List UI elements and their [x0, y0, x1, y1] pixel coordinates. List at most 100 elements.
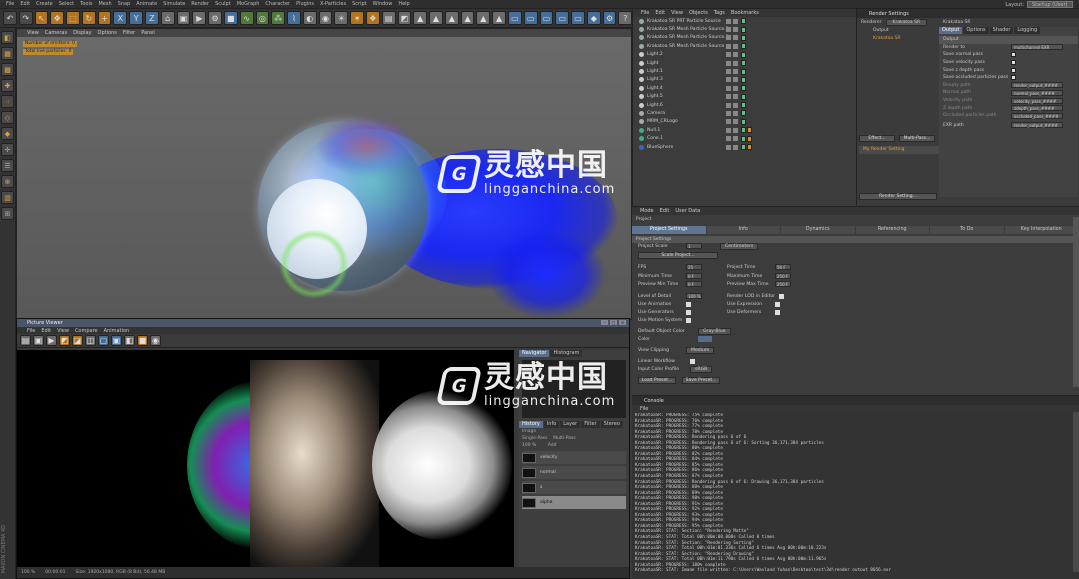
tab-key-interpolation[interactable]: Key Interpolation	[1004, 225, 1078, 234]
tab-filter[interactable]: Filter	[581, 421, 600, 428]
texture-mode-icon[interactable]: ▩	[1, 63, 14, 76]
object-row[interactable]: Krakatoa SR PRT Particle Source	[633, 17, 856, 25]
layer-eye-icon[interactable]	[522, 482, 536, 493]
menu-mograph[interactable]: MoGraph	[237, 1, 260, 7]
render-visibility-icon[interactable]	[733, 85, 738, 91]
tab-layer[interactable]: Layer	[560, 421, 581, 428]
option-checkbox[interactable]	[1011, 75, 1016, 81]
objects-menu-bookmarks[interactable]: Bookmarks	[731, 10, 759, 16]
menu-mesh[interactable]: Mesh	[98, 1, 111, 7]
editor-visibility-icon[interactable]	[726, 85, 731, 91]
attr-menu-mode[interactable]: Mode	[640, 208, 654, 214]
object-row[interactable]: Light.6	[633, 101, 856, 109]
render-visibility-icon[interactable]	[733, 69, 738, 75]
object-row[interactable]: BlueSphere	[633, 143, 856, 151]
object-row[interactable]: Light	[633, 59, 856, 67]
xp-render-icon[interactable]: ◩	[397, 11, 412, 25]
polygons-mode-icon[interactable]: ◆	[1, 127, 14, 140]
viewport-menu-display[interactable]: Display	[73, 30, 91, 36]
multipass-button[interactable]: Multi-Pass...	[899, 135, 935, 142]
y-axis-icon[interactable]: Y	[129, 11, 144, 25]
object-row[interactable]: Camera	[633, 109, 856, 117]
rotate-icon[interactable]: ↻	[81, 11, 96, 25]
editor-visibility-icon[interactable]	[726, 52, 731, 58]
live-select-icon[interactable]: ↖	[34, 11, 49, 25]
tab-logging[interactable]: Logging	[1014, 27, 1041, 34]
check-box[interactable]	[775, 302, 780, 307]
layer-item[interactable]: z	[522, 481, 626, 494]
color-swatch[interactable]	[698, 336, 712, 342]
tag-icon[interactable]	[741, 127, 746, 134]
edges-mode-icon[interactable]: ◇	[1, 111, 14, 124]
option-value[interactable]: velocity_pass_####	[1011, 97, 1063, 104]
coord-system-icon[interactable]: ⌂	[160, 11, 175, 25]
maximize-icon[interactable]: □	[610, 320, 617, 325]
menu-animate[interactable]: Animate	[136, 1, 157, 7]
krakatoa-mesh-icon[interactable]: ▲	[429, 11, 443, 25]
option-value[interactable]: multichannel EXR	[1011, 44, 1063, 51]
render-visibility-icon[interactable]	[733, 77, 738, 83]
console-menu-file[interactable]: File	[640, 406, 648, 412]
menu-sculpt[interactable]: Sculpt	[215, 1, 231, 7]
objects-menu-view[interactable]: View	[671, 10, 683, 16]
tag-icon[interactable]	[741, 34, 746, 41]
render-visibility-icon[interactable]	[733, 27, 738, 33]
option-checkbox[interactable]	[1011, 52, 1016, 58]
pv-menu-file[interactable]: File	[27, 328, 35, 334]
points-mode-icon[interactable]: ⁖	[1, 95, 14, 108]
option-checkbox[interactable]	[1011, 60, 1016, 66]
material-tag-icon[interactable]	[747, 127, 752, 134]
tab-shader[interactable]: Shader	[989, 27, 1014, 34]
object-row[interactable]: Light.1	[633, 67, 856, 75]
move-icon[interactable]: ✥	[50, 11, 65, 25]
lock-workplane-icon[interactable]: ⊞	[1, 207, 14, 220]
render-settings-icon[interactable]: ⚙	[208, 11, 222, 25]
editor-visibility-icon[interactable]	[726, 18, 731, 24]
tag-icon[interactable]	[741, 68, 746, 75]
renderer-select[interactable]: Krakatoa SR	[885, 19, 928, 27]
menu-render[interactable]: Render	[191, 1, 209, 7]
render-picture-viewer-icon[interactable]: ▶	[192, 11, 207, 25]
object-row[interactable]: Light.4	[633, 84, 856, 92]
exr-path-input[interactable]: render_output_####	[1011, 122, 1063, 129]
render-visibility-icon[interactable]	[733, 43, 738, 49]
menu-file[interactable]: File	[6, 1, 14, 7]
object-row[interactable]: Null.1	[633, 126, 856, 134]
menu-character[interactable]: Character	[265, 1, 290, 7]
axis-mode-icon[interactable]: ✚	[1, 79, 14, 92]
menu-plugins[interactable]: Plugins	[296, 1, 314, 7]
tag-icon[interactable]	[741, 51, 746, 58]
krakatoa-prt-icon[interactable]: ▲	[413, 11, 428, 25]
object-row[interactable]: Krakatoa SR Mesh Particle Source	[633, 42, 856, 50]
editor-visibility-icon[interactable]	[726, 77, 731, 83]
tag-icon[interactable]	[741, 76, 746, 83]
option-value[interactable]: render_output_####	[1011, 82, 1063, 89]
objects-menu-tags[interactable]: Tags	[714, 10, 725, 16]
export-icon[interactable]: ▭	[555, 11, 570, 25]
scale-project-button[interactable]: Scale Project...	[638, 252, 718, 259]
layer-eye-icon[interactable]	[522, 467, 536, 478]
render-visibility-icon[interactable]	[733, 102, 738, 108]
viewer-icon[interactable]: ▭	[523, 11, 538, 25]
editor-visibility-icon[interactable]	[726, 94, 731, 100]
single-pass-radio[interactable]: Single-Pass	[522, 436, 547, 441]
field-value[interactable]: 0 F	[686, 272, 702, 279]
field-value[interactable]: 56 F	[775, 264, 791, 270]
spline-icon[interactable]: ∿	[239, 11, 254, 25]
scale-icon[interactable]: ⬚	[66, 11, 80, 25]
check-box[interactable]	[775, 310, 780, 315]
check-box[interactable]	[686, 310, 691, 315]
scene-icon[interactable]: ◐	[302, 11, 317, 25]
layer-eye-icon[interactable]	[522, 497, 536, 508]
attr-menu-edit[interactable]: Edit	[660, 208, 670, 214]
field-value[interactable]: 25	[686, 264, 702, 270]
menu-simulate[interactable]: Simulate	[163, 1, 185, 7]
krakatoa-culling-icon[interactable]: ▲	[492, 11, 506, 25]
editor-visibility-icon[interactable]	[726, 35, 731, 41]
layer-item[interactable]: alpha	[522, 496, 626, 509]
tag-icon[interactable]	[741, 102, 746, 109]
tab-dynamics[interactable]: Dynamics	[781, 225, 855, 234]
layer-eye-icon[interactable]	[522, 452, 536, 463]
render-visibility-icon[interactable]	[733, 60, 738, 66]
tab-to-do[interactable]: To Do	[930, 225, 1004, 234]
